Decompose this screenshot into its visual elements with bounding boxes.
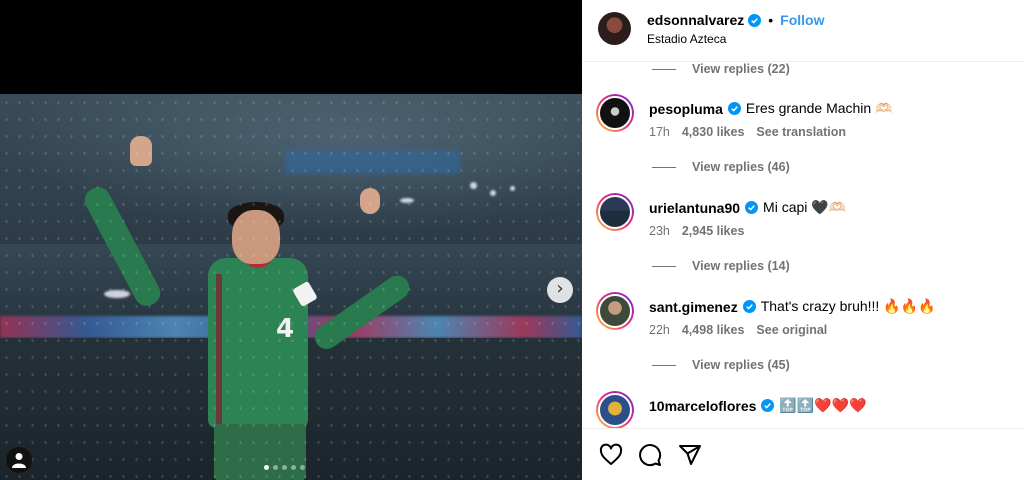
- rain-overlay: [0, 94, 582, 480]
- comment-username[interactable]: pesopluma: [649, 101, 723, 117]
- post-side-panel: edsonnalvarez • Follow Estadio Azteca Vi…: [582, 0, 1024, 480]
- follow-separator: •: [768, 12, 774, 28]
- see-original-button[interactable]: See original: [756, 323, 827, 337]
- carousel-dot: [282, 465, 287, 470]
- replies-divider: [652, 265, 676, 267]
- avatar[interactable]: [598, 12, 631, 45]
- comment-icon[interactable]: [638, 443, 662, 467]
- avatar: [598, 195, 632, 229]
- comment-body: 10marceloflores 🔝🔝❤️❤️❤️: [649, 397, 867, 414]
- comment-username[interactable]: 10marceloflores: [649, 398, 756, 414]
- carousel-dot: [273, 465, 278, 470]
- comment-text: 🔝🔝❤️❤️❤️: [779, 397, 867, 413]
- post-location[interactable]: Estadio Azteca: [647, 32, 726, 46]
- comment-body: sant.gimenez That's crazy bruh!!! 🔥🔥🔥: [649, 298, 936, 315]
- comment-likes[interactable]: 4,498 likes: [682, 323, 745, 337]
- author-username[interactable]: edsonnalvarez: [647, 12, 744, 28]
- comments-list[interactable]: View replies (22) pesopluma Eres grande …: [582, 62, 1024, 428]
- person-tag-icon[interactable]: [6, 447, 32, 473]
- carousel-indicator: [264, 465, 305, 470]
- see-translation-button[interactable]: See translation: [756, 125, 846, 139]
- avatar: [598, 294, 632, 328]
- comment-time[interactable]: 22h: [649, 323, 670, 337]
- view-replies-label: View replies (46): [692, 160, 790, 174]
- story-ring[interactable]: [596, 391, 634, 428]
- comment-username[interactable]: sant.gimenez: [649, 299, 738, 315]
- post-actions-bar: [582, 428, 1024, 480]
- comment-time[interactable]: 17h: [649, 125, 670, 139]
- post-photo[interactable]: 4: [0, 94, 582, 480]
- verified-badge-icon: [748, 13, 762, 27]
- chevron-right-icon[interactable]: ›: [547, 277, 573, 303]
- carousel-dot: [300, 465, 305, 470]
- follow-button[interactable]: Follow: [780, 12, 824, 28]
- post-author: edsonnalvarez • Follow: [647, 12, 825, 28]
- verified-badge-icon: [761, 399, 775, 412]
- comment-meta: 17h 4,830 likes See translation: [649, 125, 846, 139]
- comment-meta: 22h 4,498 likes See original: [649, 323, 827, 337]
- heart-icon[interactable]: [599, 443, 623, 467]
- view-replies-label: View replies (22): [692, 62, 790, 76]
- view-replies-label: View replies (14): [692, 259, 790, 273]
- verified-badge-icon: [745, 201, 759, 214]
- comment-likes[interactable]: 4,830 likes: [682, 125, 745, 139]
- story-ring[interactable]: [596, 94, 634, 132]
- view-replies-button[interactable]: View replies (22): [652, 62, 790, 76]
- comment-likes[interactable]: 2,945 likes: [682, 224, 745, 238]
- comment-meta: 23h 2,945 likes: [649, 224, 744, 238]
- comment-username[interactable]: urielantuna90: [649, 200, 740, 216]
- story-ring[interactable]: [596, 193, 634, 231]
- comment-text: Mi capi 🖤🫶🏻: [763, 199, 847, 215]
- view-replies-label: View replies (45): [692, 358, 790, 372]
- carousel-dot: [264, 465, 269, 470]
- post-header: edsonnalvarez • Follow Estadio Azteca: [582, 0, 1024, 62]
- view-replies-button[interactable]: View replies (14): [652, 259, 790, 273]
- comment-text: Eres grande Machin 🫶🏻: [745, 100, 893, 116]
- send-icon[interactable]: [678, 443, 702, 467]
- comment-body: pesopluma Eres grande Machin 🫶🏻: [649, 100, 893, 117]
- comment-body: urielantuna90 Mi capi 🖤🫶🏻: [649, 199, 846, 216]
- comment-text: That's crazy bruh!!! 🔥🔥🔥: [760, 298, 936, 314]
- verified-badge-icon: [742, 300, 756, 313]
- avatar: [598, 96, 632, 130]
- carousel-dot: [291, 465, 296, 470]
- view-replies-button[interactable]: View replies (46): [652, 160, 790, 174]
- comment-time[interactable]: 23h: [649, 224, 670, 238]
- replies-divider: [652, 166, 676, 168]
- view-replies-button[interactable]: View replies (45): [652, 358, 790, 372]
- story-ring[interactable]: [596, 292, 634, 330]
- replies-divider: [652, 68, 676, 70]
- verified-badge-icon: [727, 102, 741, 115]
- post-media: 4 ›: [0, 0, 582, 480]
- replies-divider: [652, 364, 676, 366]
- avatar: [598, 393, 632, 427]
